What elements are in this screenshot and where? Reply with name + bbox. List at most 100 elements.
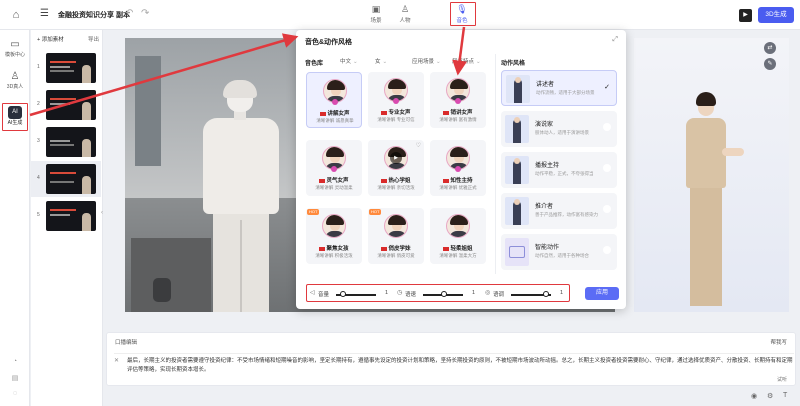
action-style-card[interactable]: 讲述者 动作流畅，适用于大部分场景 ✓ — [501, 70, 617, 106]
notification-icon[interactable]: ◔ — [10, 358, 20, 368]
scene-item[interactable]: 5 — [31, 198, 101, 234]
add-material-button[interactable]: + 添加素材 — [37, 35, 64, 43]
heart-icon[interactable]: ♡ — [416, 142, 421, 149]
scene-item-selected[interactable]: 4 — [31, 161, 101, 197]
voice-avatar — [322, 214, 346, 238]
ai-tool-icon[interactable]: ◉ — [751, 392, 757, 400]
nav-template-center[interactable]: ▭ 模板中心 — [0, 38, 30, 58]
pitch-slider-handle[interactable] — [543, 291, 549, 297]
project-title[interactable]: 金融投资知识分享 副本 — [58, 10, 130, 20]
scene-thumbnail — [46, 127, 96, 157]
preview-icon[interactable] — [603, 164, 611, 172]
voice-card[interactable]: 专业女声 清晰讲解 专业可信 — [368, 72, 424, 128]
help-write-button[interactable]: 帮我写 — [770, 338, 787, 346]
voice-card[interactable]: HOT 俏皮学妹 清晰讲解 俏皮可爱 — [368, 208, 424, 264]
help-icon[interactable]: ◌ — [10, 390, 20, 400]
action-style-label: 动作风格 — [501, 61, 526, 67]
home-icon[interactable]: ⌂ — [9, 8, 23, 22]
voice-card[interactable]: ▶ ♡ 热心学姐 清晰讲解 亲切活泼 — [368, 140, 424, 196]
flag-icon — [381, 246, 388, 251]
script-editor: 口播编辑 帮我写 ✕ 最后，长期主义的投资者需要遵守投资纪律：不受市场情绪和短期… — [106, 332, 796, 386]
nav-3d-human[interactable]: ♙ 3D真人 — [0, 70, 30, 90]
flag-icon — [443, 110, 450, 115]
top-bar: ⌂ ☰ 金融投资知识分享 副本 ↶ ↷ ▣ 场景 ♙ 人物 🎙 音色 ▶ 3D生… — [0, 0, 800, 30]
volume-icon: ◁ — [310, 290, 315, 296]
voice-card[interactable]: 销讲女声 清晰讲解 富有激情 — [430, 72, 486, 128]
voice-card[interactable]: 轻柔姐姐 清晰讲解 温柔大方 — [430, 208, 486, 264]
scene-item[interactable]: 1 — [31, 50, 101, 86]
menu-icon[interactable]: ☰ — [40, 8, 52, 20]
voice-avatar — [384, 214, 408, 238]
scene-thumbnail — [46, 90, 96, 120]
listen-button[interactable]: 试听 — [777, 376, 787, 383]
flag-icon — [443, 246, 450, 251]
script-text[interactable]: 最后，长期主义的投资者需要遵守投资纪律：不受市场情绪和短期噪音的影响，坚定长期持… — [127, 357, 793, 374]
action-style-card[interactable]: 智能动作 动作自然，适用于各种场合 — [501, 234, 617, 270]
avatar-model[interactable] — [183, 80, 301, 312]
settings-icon[interactable]: ⚙ — [767, 392, 773, 400]
file-icon[interactable]: ▤ — [10, 374, 20, 384]
pitch-control: ◎ 语调 1 — [485, 290, 564, 298]
voice-card[interactable]: HOT 聚焦女孩 清晰讲解 积极活泼 — [306, 208, 362, 264]
filter-language[interactable]: 中文 ⌄ — [340, 57, 358, 65]
mute-icon[interactable]: ✕ — [114, 357, 123, 366]
filter-gender[interactable]: 女 ⌄ — [375, 57, 387, 65]
left-nav: ▭ 模板中心 ♙ 3D真人 AI AI生成 ◔ ▤ ◌ — [0, 30, 30, 406]
highlight-ai-generate — [2, 103, 28, 131]
scene-icon: ▣ — [371, 4, 381, 14]
style-thumbnail — [506, 75, 530, 103]
action-style-card[interactable]: 演说家 肢体动人，适用于演讲场景 — [501, 111, 617, 147]
edit-icon[interactable]: ✎ — [764, 58, 776, 70]
voice-card[interactable]: 知性主持 清晰讲解 优雅正式 — [430, 140, 486, 196]
style-thumbnail — [505, 238, 529, 266]
style-thumbnail — [505, 197, 529, 225]
chevron-down-icon: ⌄ — [353, 59, 358, 65]
scene-item[interactable]: 2 — [31, 87, 101, 123]
person-3d-icon: ♙ — [10, 71, 20, 82]
template-icon: ▭ — [10, 39, 20, 50]
speed-slider-handle[interactable] — [441, 291, 447, 297]
redo-icon[interactable]: ↷ — [141, 8, 149, 19]
tab-person[interactable]: ♙ 人物 — [391, 3, 419, 27]
chevron-down-icon: ⌄ — [382, 59, 388, 65]
flag-icon — [319, 178, 326, 183]
volume-control: ◁ 音量 1 — [310, 290, 389, 298]
collapse-handle[interactable]: ‹ — [101, 210, 103, 216]
scene-thumbnail — [46, 53, 96, 83]
preview-icon[interactable] — [603, 123, 611, 131]
play-icon[interactable]: ▶ — [390, 152, 402, 164]
dialog-title: 音色&动作风格 — [305, 39, 353, 46]
flag-icon — [381, 110, 388, 115]
text-icon[interactable]: T — [783, 392, 787, 399]
undo-icon[interactable]: ↶ — [125, 8, 133, 19]
action-style-card[interactable]: 播报主持 动作平稳，正式，不夸张得当 — [501, 152, 617, 188]
volume-slider-handle[interactable] — [340, 291, 346, 297]
filter-style[interactable]: 风格特点 ⌄ — [452, 57, 481, 65]
swap-icon[interactable]: ⇄ — [764, 42, 776, 54]
play-button[interactable]: ▶ — [739, 9, 752, 22]
chevron-down-icon: ⌄ — [476, 59, 481, 65]
chevron-down-icon: ⌄ — [436, 59, 441, 65]
preview-icon[interactable] — [603, 246, 611, 254]
voice-style-dialog: 音色&动作风格 ⤢ 音色库 中文 ⌄ 女 ⌄ 应用场景 ⌄ 风格特点 ⌄ 动作风格 讲解… — [296, 30, 626, 309]
generate-3d-button[interactable]: 3D生成 — [758, 7, 794, 23]
hot-badge: HOT — [369, 209, 382, 215]
scene-item[interactable]: 3 — [31, 124, 101, 160]
filter-scene[interactable]: 应用场景 ⌄ — [412, 57, 441, 65]
export-button[interactable]: 导出 — [88, 35, 99, 43]
scene-thumbnail — [46, 164, 96, 194]
preview-icon[interactable] — [603, 205, 611, 213]
action-style-card[interactable]: 推介者 善于产品推荐，动作富有感染力 — [501, 193, 617, 229]
style-thumbnail — [505, 156, 529, 184]
person-icon: ♙ — [400, 4, 410, 14]
scene-list-header: + 添加素材 导出 — [37, 35, 99, 45]
expand-icon[interactable]: ⤢ — [612, 36, 618, 44]
tab-scene[interactable]: ▣ 场景 — [362, 3, 390, 27]
hot-badge: HOT — [307, 209, 320, 215]
voice-library-label: 音色库 — [305, 61, 324, 67]
voice-card[interactable]: 讲解女声 清晰讲解 诚恳真挚 — [306, 72, 362, 128]
voice-card[interactable]: 灵气女声 清晰讲解 灵动温柔 — [306, 140, 362, 196]
bottom-tools: ◉ ⚙ T — [747, 392, 797, 404]
apply-button[interactable]: 应用 — [585, 287, 619, 300]
voice-avatar — [446, 214, 470, 238]
